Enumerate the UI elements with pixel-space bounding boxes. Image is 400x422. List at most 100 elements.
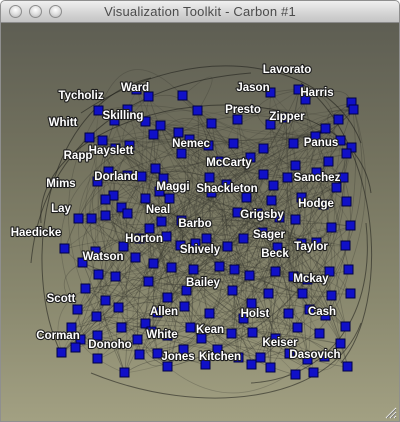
graph-node[interactable] bbox=[214, 261, 225, 272]
graph-node[interactable] bbox=[201, 233, 212, 244]
graph-node[interactable] bbox=[331, 182, 342, 193]
graph-node[interactable] bbox=[206, 118, 217, 129]
graph-node[interactable] bbox=[338, 172, 349, 183]
graph-node[interactable] bbox=[84, 132, 95, 143]
graph-node[interactable] bbox=[91, 311, 102, 322]
graph-node[interactable] bbox=[162, 361, 173, 372]
graph-node[interactable] bbox=[314, 328, 325, 339]
graph-node[interactable] bbox=[110, 271, 121, 282]
graph-node[interactable] bbox=[258, 143, 269, 154]
graph-node[interactable] bbox=[320, 123, 331, 134]
graph-node[interactable] bbox=[93, 269, 104, 280]
graph-node[interactable] bbox=[166, 262, 177, 273]
graph-node[interactable] bbox=[232, 114, 243, 125]
graph-node[interactable] bbox=[288, 138, 299, 149]
graph-node[interactable] bbox=[148, 129, 159, 140]
graph-node[interactable] bbox=[56, 347, 67, 358]
graph-node[interactable] bbox=[188, 264, 199, 275]
graph-node[interactable] bbox=[228, 138, 239, 149]
graph-node[interactable] bbox=[258, 169, 269, 180]
graph-node[interactable] bbox=[238, 233, 249, 244]
graph-node[interactable] bbox=[247, 327, 258, 338]
graph-node[interactable] bbox=[185, 322, 196, 333]
node-label: Shively bbox=[180, 244, 221, 256]
graph-node[interactable] bbox=[192, 105, 203, 116]
graph-node[interactable] bbox=[227, 285, 238, 296]
graph-node[interactable] bbox=[345, 288, 356, 299]
graph-canvas[interactable]: Lavorato Ward Jason Tycholiz Harris Skilling P… bbox=[1, 23, 399, 421]
graph-node[interactable] bbox=[226, 328, 237, 339]
graph-node[interactable] bbox=[340, 240, 351, 251]
graph-node[interactable] bbox=[270, 266, 281, 277]
graph-node[interactable] bbox=[348, 104, 359, 115]
graph-node[interactable] bbox=[72, 304, 83, 315]
graph-node[interactable] bbox=[97, 135, 108, 146]
graph-node[interactable] bbox=[134, 349, 145, 360]
graph-node[interactable] bbox=[116, 322, 127, 333]
graph-node[interactable] bbox=[292, 322, 303, 333]
graph-node[interactable] bbox=[297, 288, 308, 299]
graph-node[interactable] bbox=[100, 194, 111, 205]
resize-grip-icon[interactable] bbox=[384, 406, 397, 419]
graph-node[interactable] bbox=[150, 163, 161, 174]
graph-node[interactable] bbox=[268, 180, 279, 191]
graph-node[interactable] bbox=[343, 264, 354, 275]
graph-node[interactable] bbox=[204, 172, 215, 183]
graph-node[interactable] bbox=[290, 214, 301, 225]
graph-node[interactable] bbox=[173, 127, 184, 138]
graph-node[interactable] bbox=[130, 252, 141, 263]
graph-node[interactable] bbox=[177, 90, 188, 101]
graph-node[interactable] bbox=[162, 292, 173, 303]
title-bar[interactable]: Visualization Toolkit - Carbon #1 bbox=[1, 1, 399, 23]
graph-node[interactable] bbox=[143, 276, 154, 287]
graph-node[interactable] bbox=[266, 195, 277, 206]
graph-node[interactable] bbox=[341, 196, 352, 207]
graph-node[interactable] bbox=[204, 308, 215, 319]
graph-node[interactable] bbox=[136, 171, 147, 182]
graph-node[interactable] bbox=[176, 148, 187, 159]
graph-node[interactable] bbox=[70, 342, 81, 353]
graph-node[interactable] bbox=[244, 270, 255, 281]
graph-node[interactable] bbox=[246, 359, 257, 370]
graph-node[interactable] bbox=[255, 352, 266, 363]
graph-viewport[interactable]: Lavorato Ward Jason Tycholiz Harris Skilling P… bbox=[1, 23, 399, 421]
graph-node[interactable] bbox=[283, 308, 294, 319]
graph-node[interactable] bbox=[140, 193, 151, 204]
graph-node[interactable] bbox=[73, 213, 84, 224]
graph-node[interactable] bbox=[156, 216, 167, 227]
graph-node[interactable] bbox=[119, 367, 130, 378]
graph-node[interactable] bbox=[179, 301, 190, 312]
graph-node[interactable] bbox=[113, 302, 124, 313]
graph-node[interactable] bbox=[326, 222, 337, 233]
graph-node[interactable] bbox=[282, 172, 293, 183]
graph-node[interactable] bbox=[326, 290, 337, 301]
graph-node[interactable] bbox=[59, 243, 70, 254]
graph-node[interactable] bbox=[263, 288, 274, 299]
graph-node[interactable] bbox=[340, 321, 351, 332]
graph-node[interactable] bbox=[155, 120, 166, 131]
graph-node[interactable] bbox=[308, 367, 319, 378]
graph-node[interactable] bbox=[144, 223, 155, 234]
graph-node[interactable] bbox=[148, 258, 159, 269]
graph-node[interactable] bbox=[161, 231, 172, 242]
graph-node[interactable] bbox=[345, 220, 356, 231]
graph-node[interactable] bbox=[333, 114, 344, 125]
graph-node[interactable] bbox=[342, 361, 353, 372]
graph-node[interactable] bbox=[290, 369, 301, 380]
graph-node[interactable] bbox=[122, 208, 133, 219]
graph-node[interactable] bbox=[132, 334, 143, 345]
graph-node[interactable] bbox=[335, 338, 346, 349]
graph-node[interactable] bbox=[86, 213, 97, 224]
graph-node[interactable] bbox=[100, 210, 111, 221]
graph-node[interactable] bbox=[222, 241, 233, 252]
graph-node[interactable] bbox=[164, 193, 175, 204]
graph-node[interactable] bbox=[92, 353, 103, 364]
graph-node[interactable] bbox=[246, 298, 257, 309]
graph-node[interactable] bbox=[229, 264, 240, 275]
graph-node[interactable] bbox=[290, 160, 301, 171]
graph-node[interactable] bbox=[265, 362, 276, 373]
graph-node[interactable] bbox=[80, 283, 91, 294]
graph-node[interactable] bbox=[341, 148, 352, 159]
graph-node[interactable] bbox=[323, 156, 334, 167]
graph-node[interactable] bbox=[100, 295, 111, 306]
